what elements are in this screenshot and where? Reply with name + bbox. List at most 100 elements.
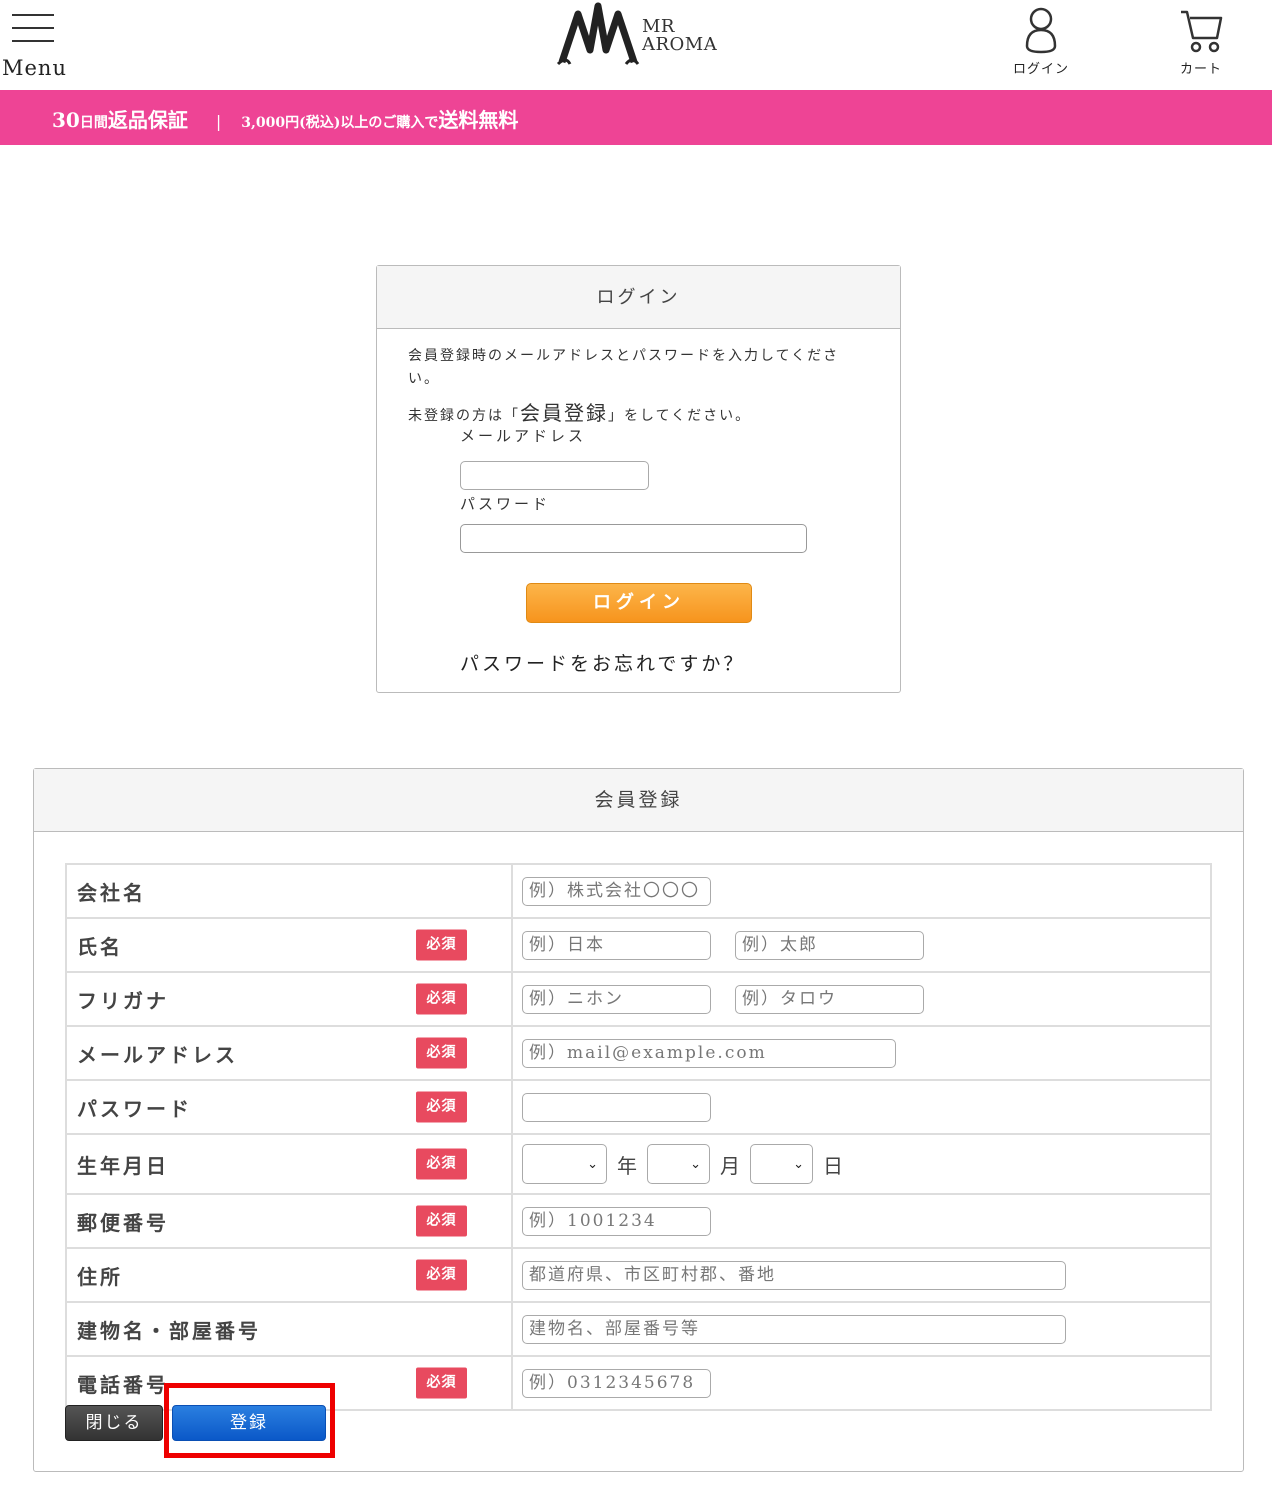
login-panel: ログイン 会員登録時のメールアドレスとパスワードを入力してください。 未登録の方… — [376, 265, 901, 693]
banner-days-unit: 日間 — [79, 115, 108, 131]
form-label: パスワード — [77, 1096, 192, 1121]
login-panel-title: ログイン — [377, 266, 900, 329]
chevron-down-icon: ⌄ — [587, 1157, 598, 1172]
form-label-cell: 建物名・部屋番号 — [65, 1301, 513, 1357]
hint-suffix: 」をしてください。 — [608, 408, 752, 424]
promo-text: 30日間返品保証 | 3,000円(税込)以上のご購入で送料無料 — [52, 104, 518, 133]
form-row-postal: 郵便番号 必須 例）1001234 — [65, 1193, 1212, 1249]
month-unit: 月 — [720, 1153, 740, 1178]
register-link[interactable]: 会員登録 — [520, 401, 608, 425]
form-row-birthday: 生年月日 必須 ⌄ 年 ⌄ 月 ⌄ 日 — [65, 1133, 1212, 1195]
hamburger-menu-button[interactable]: Menu — [0, 8, 70, 84]
login-submit-button[interactable]: ログイン — [526, 583, 752, 623]
form-label-cell: メールアドレス 必須 — [65, 1025, 513, 1081]
form-value-cell: 例）mail@example.com — [511, 1025, 1212, 1081]
login-register-hint: 未登録の方は「会員登録」をしてください。 — [408, 397, 751, 426]
form-label: 建物名・部屋番号 — [77, 1318, 261, 1343]
form-label: 電話番号 — [77, 1372, 169, 1397]
chevron-down-icon: ⌄ — [793, 1157, 804, 1172]
logo-mark-icon — [556, 2, 640, 66]
cart-icon — [1181, 10, 1223, 53]
first-name-input[interactable]: 例）太郎 — [735, 930, 924, 960]
banner-separator: | — [215, 112, 222, 131]
site-header: Menu MR AROMA ログイン カート — [0, 0, 1272, 90]
form-label-cell: 生年月日 必須 — [65, 1133, 513, 1195]
header-login-label: ログイン — [1012, 62, 1069, 77]
required-badge: 必須 — [416, 929, 467, 961]
login-password-label: パスワード — [460, 495, 551, 513]
header-login-button[interactable]: ログイン — [996, 6, 1086, 84]
form-label-cell: 住所 必須 — [65, 1247, 513, 1303]
form-row-building: 建物名・部屋番号 建物名、部屋番号等 — [65, 1301, 1212, 1357]
form-label-cell: 郵便番号 必須 — [65, 1193, 513, 1249]
forgot-password-link[interactable]: パスワードをお忘れですか？ — [460, 649, 745, 676]
banner-days: 30 — [52, 108, 80, 132]
postal-code-input[interactable]: 例）1001234 — [522, 1206, 711, 1236]
login-email-input[interactable] — [460, 461, 649, 490]
phone-input[interactable]: 例）0312345678 — [522, 1368, 711, 1398]
required-badge: 必須 — [416, 983, 467, 1015]
form-value-cell: 例）ニホン 例）タロウ — [511, 971, 1212, 1027]
logo-text: MR AROMA — [642, 18, 717, 54]
form-label: メールアドレス — [77, 1042, 238, 1067]
first-name-kana-input[interactable]: 例）タロウ — [735, 984, 924, 1014]
banner-amount: 3,000円(税込)以上のご購入で — [241, 115, 439, 131]
form-label-cell: 氏名 必須 — [65, 917, 513, 973]
form-label-cell: 会社名 — [65, 863, 513, 919]
hint-prefix: 未登録の方は「 — [408, 408, 520, 424]
login-intro: 会員登録時のメールアドレスとパスワードを入力してください。 — [408, 348, 840, 387]
hamburger-icon-bar — [12, 27, 54, 29]
day-unit: 日 — [823, 1153, 843, 1178]
form-label: 住所 — [77, 1264, 123, 1289]
form-value-cell: 都道府県、市区町村郡、番地 — [511, 1247, 1212, 1303]
last-name-input[interactable]: 例）日本 — [522, 930, 711, 960]
hamburger-icon — [12, 14, 54, 16]
site-logo[interactable]: MR AROMA — [556, 0, 726, 70]
birth-month-select[interactable]: ⌄ — [647, 1144, 710, 1184]
form-label: 生年月日 — [77, 1153, 169, 1178]
form-value-cell: 建物名、部屋番号等 — [511, 1301, 1212, 1357]
hamburger-icon-bar — [12, 40, 54, 42]
form-label: 氏名 — [77, 934, 123, 959]
form-row-furigana: フリガナ 必須 例）ニホン 例）タロウ — [65, 971, 1212, 1027]
promo-banner: 30日間返品保証 | 3,000円(税込)以上のご購入で送料無料 — [0, 90, 1272, 145]
close-button[interactable]: 閉じる — [65, 1405, 163, 1441]
highlight-box — [164, 1383, 335, 1458]
user-icon — [1025, 7, 1057, 54]
form-value-cell: ⌄ 年 ⌄ 月 ⌄ 日 — [511, 1133, 1212, 1195]
form-label-cell: フリガナ 必須 — [65, 971, 513, 1027]
address-input[interactable]: 都道府県、市区町村郡、番地 — [522, 1260, 1066, 1290]
login-password-input[interactable] — [460, 524, 807, 553]
logo-line2: AROMA — [642, 34, 718, 55]
form-label: フリガナ — [77, 988, 169, 1013]
banner-free-shipping: 送料無料 — [438, 108, 519, 132]
banner-guarantee: 返品保証 — [107, 108, 188, 132]
register-email-input[interactable]: 例）mail@example.com — [522, 1038, 896, 1068]
form-row-address: 住所 必須 都道府県、市区町村郡、番地 — [65, 1247, 1212, 1303]
company-input[interactable]: 例）株式会社〇〇〇 — [522, 876, 711, 906]
register-password-input[interactable] — [522, 1092, 711, 1122]
last-name-kana-input[interactable]: 例）ニホン — [522, 984, 711, 1014]
required-badge: 必須 — [416, 1037, 467, 1069]
chevron-down-icon: ⌄ — [690, 1157, 701, 1172]
login-email-label: メールアドレス — [460, 427, 587, 445]
form-value-cell: 例）0312345678 — [511, 1355, 1212, 1411]
header-cart-label: カート — [1179, 62, 1222, 77]
form-row-email: メールアドレス 必須 例）mail@example.com — [65, 1025, 1212, 1081]
form-label-cell: パスワード 必須 — [65, 1079, 513, 1135]
register-form-table: 会社名 例）株式会社〇〇〇 氏名 必須 例）日本 例）太郎 フリガナ 必須 例）ニホン… — [65, 863, 1212, 1411]
required-badge: 必須 — [416, 1367, 467, 1399]
header-cart-button[interactable]: カート — [1156, 6, 1246, 84]
register-panel: 会員登録 会社名 例）株式会社〇〇〇 氏名 必須 例）日本 例）太郎 フリガナ 必須 … — [33, 768, 1244, 1472]
form-label: 会社名 — [77, 880, 146, 905]
birth-year-select[interactable]: ⌄ — [522, 1144, 607, 1184]
form-value-cell: 例）1001234 — [511, 1193, 1212, 1249]
required-badge: 必須 — [416, 1205, 467, 1237]
register-panel-title: 会員登録 — [34, 769, 1243, 832]
menu-label: Menu — [2, 56, 67, 80]
form-row-password: パスワード 必須 — [65, 1079, 1212, 1135]
building-input[interactable]: 建物名、部屋番号等 — [522, 1314, 1066, 1344]
form-value-cell: 例）日本 例）太郎 — [511, 917, 1212, 973]
birth-day-select[interactable]: ⌄ — [750, 1144, 813, 1184]
year-unit: 年 — [617, 1153, 637, 1178]
